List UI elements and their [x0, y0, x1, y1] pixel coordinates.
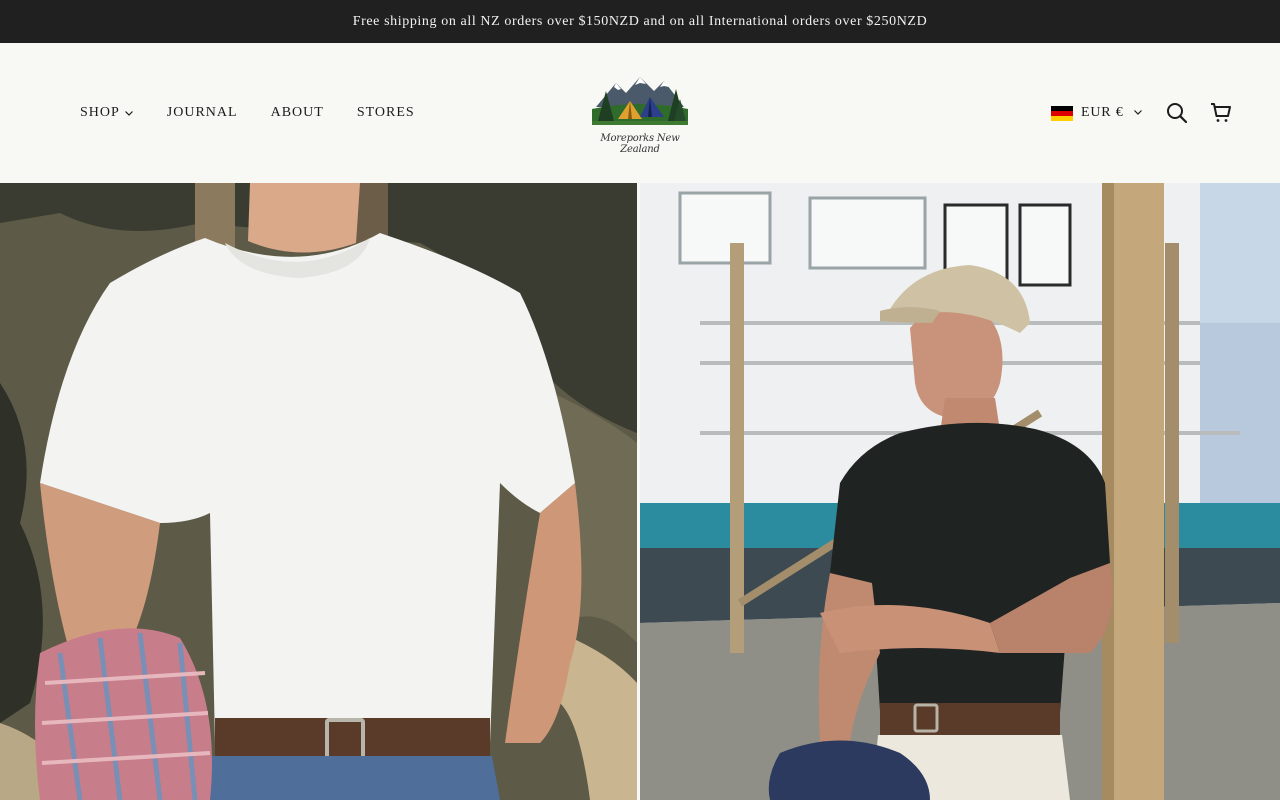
logo-text: Moreporks New Zealand	[600, 133, 680, 155]
hero-photo-black-tee-cap	[640, 183, 1280, 800]
chevron-down-icon	[1133, 104, 1143, 122]
site-logo[interactable]: Moreporks New Zealand	[588, 69, 692, 159]
germany-flag-icon	[1051, 105, 1073, 121]
nav-item-label: JOURNAL	[166, 105, 238, 120]
currency-label: EUR €	[1081, 105, 1124, 120]
nav-item-journal[interactable]: JOURNAL	[167, 105, 238, 121]
hero-section	[0, 183, 1280, 800]
cart-icon[interactable]	[1209, 101, 1233, 125]
nav-item-stores[interactable]: STORES	[357, 105, 415, 121]
nav-item-shop[interactable]: SHOP	[80, 105, 134, 121]
hero-photo-white-tee	[0, 183, 637, 800]
nav-item-about[interactable]: ABOUT	[271, 105, 324, 121]
hero-image-right[interactable]	[640, 183, 1280, 800]
currency-selector[interactable]: EUR €	[1051, 103, 1143, 123]
search-icon[interactable]	[1165, 101, 1189, 125]
nav-item-label: STORES	[356, 105, 415, 120]
site-header: SHOP JOURNAL ABOUT STORES Moreporks New …	[0, 43, 1280, 183]
announcement-text: Free shipping on all NZ orders over $150…	[352, 13, 928, 29]
logo-illustration	[592, 77, 688, 125]
announcement-bar: Free shipping on all NZ orders over $150…	[0, 0, 1280, 43]
nav-item-label: SHOP	[80, 105, 120, 120]
nav-item-label: ABOUT	[270, 105, 324, 120]
chevron-down-icon	[124, 108, 134, 118]
main-nav: SHOP JOURNAL ABOUT STORES	[80, 43, 448, 183]
hero-image-left[interactable]	[0, 183, 637, 800]
